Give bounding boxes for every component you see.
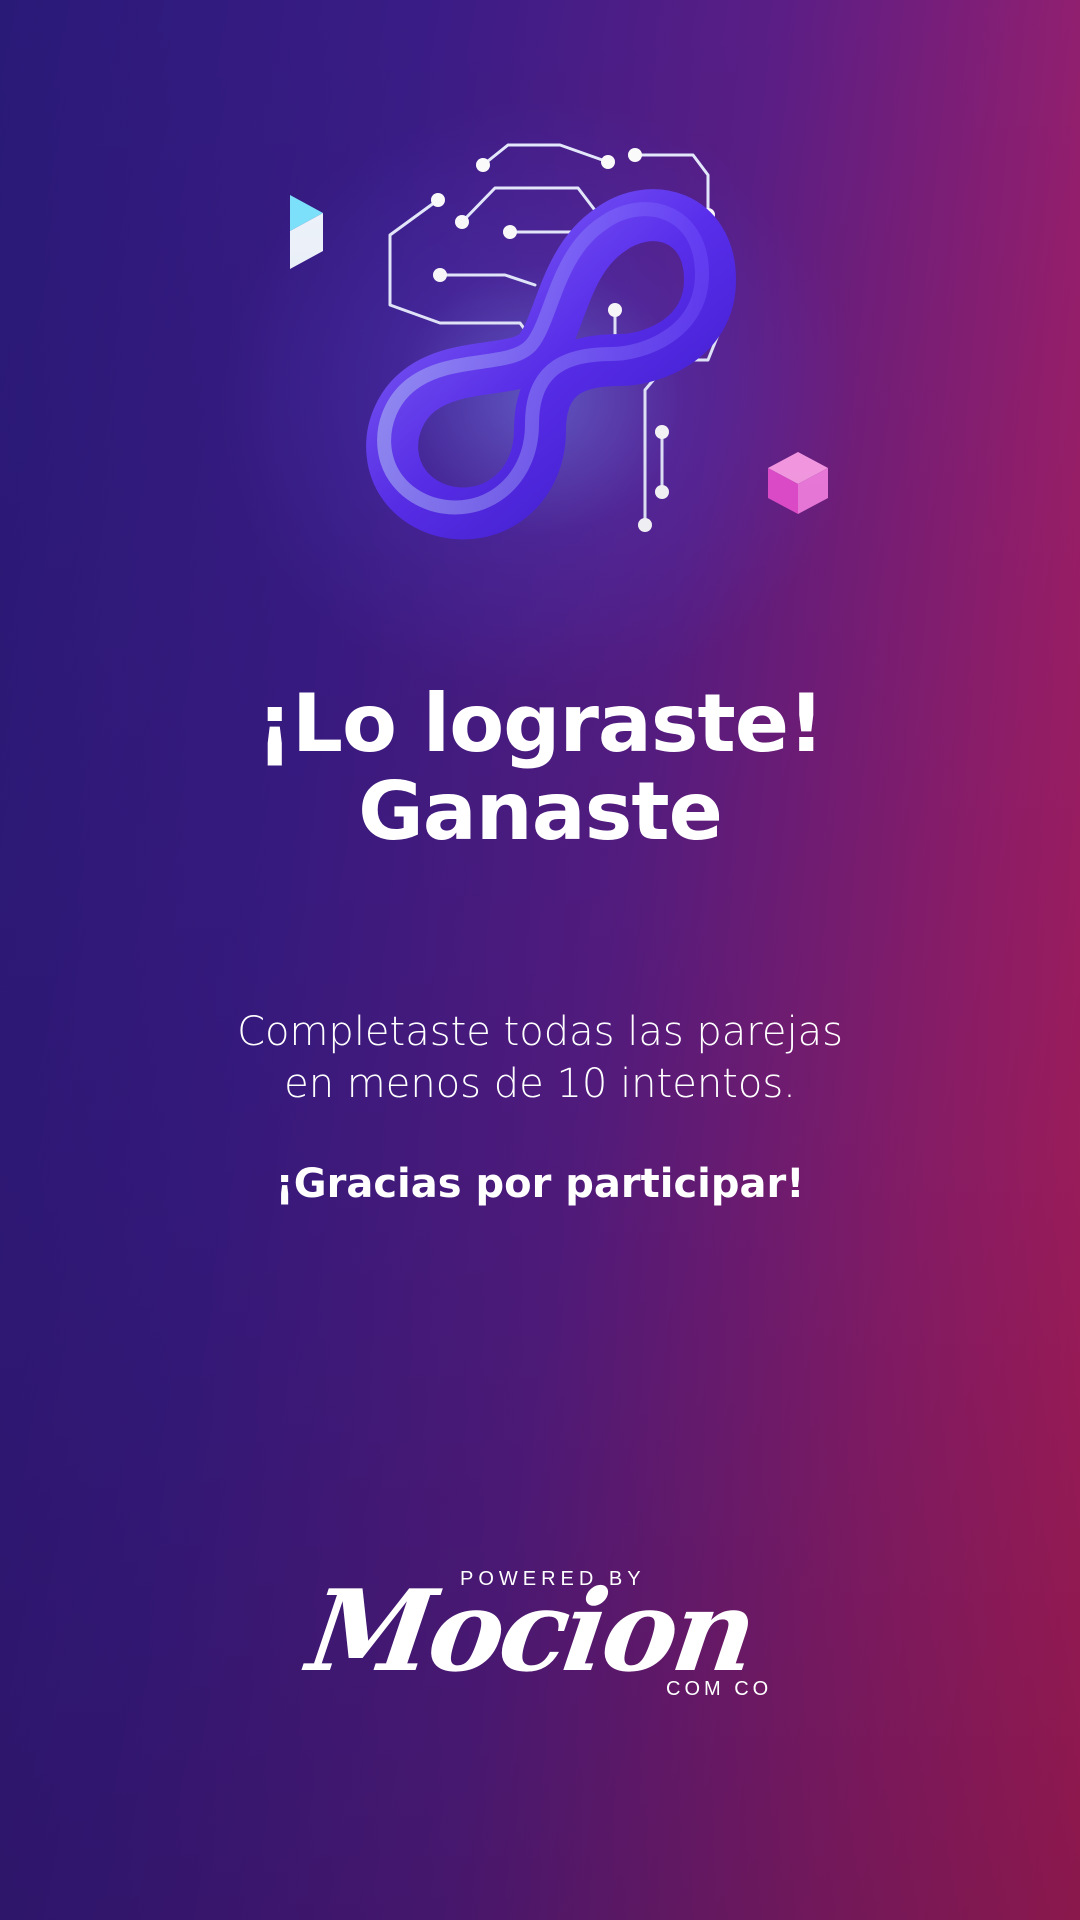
win-headline: ¡Lo lograste! Ganaste [0,680,1080,856]
message-line-2: en menos de 10 intentos. [284,1061,796,1107]
headline-line-1: ¡Lo lograste! [256,677,825,770]
headline-line-2: Ganaste [358,765,723,858]
powered-by-label: POWERED BY [460,1568,646,1590]
thanks-message: ¡Gracias por participar! [275,1161,805,1207]
hero-illustration [290,143,828,540]
brand-suffix: COM CO [666,1678,773,1700]
message-line-1: Completaste todas las parejas [237,1009,843,1055]
pink-cube-icon [768,452,828,514]
brand-logo: Mocion POWERED BY COM CO [300,1560,780,1710]
cyan-cube-icon [290,195,323,269]
result-message: Completaste todas las parejas en menos d… [0,1006,1080,1110]
